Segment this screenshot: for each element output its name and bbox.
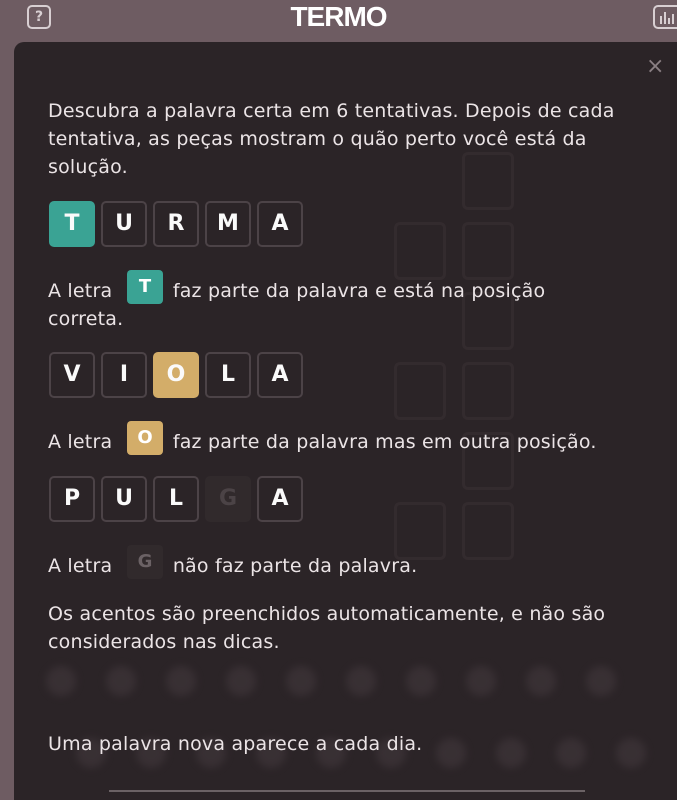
example-tile: V bbox=[49, 352, 95, 398]
example-tile: A bbox=[257, 476, 303, 522]
daily-note: Uma palavra nova aparece a cada dia. bbox=[48, 733, 423, 755]
hint-suffix-2: correta. bbox=[48, 308, 124, 330]
example-tile: G bbox=[205, 476, 251, 522]
hint-suffix: não faz parte da palavra. bbox=[172, 555, 418, 577]
example-tile: I bbox=[101, 352, 147, 398]
example-tile: L bbox=[153, 476, 199, 522]
example-tile: A bbox=[257, 352, 303, 398]
hint-prefix: A letra bbox=[48, 431, 113, 453]
help-modal: × Descubra a palavra certa em 6 tentativ… bbox=[14, 42, 677, 800]
accents-note: Os acentos são preenchidos automaticamen… bbox=[48, 603, 606, 653]
example-tile: M bbox=[205, 201, 251, 247]
stats-button[interactable] bbox=[653, 5, 677, 29]
example-tile: T bbox=[49, 201, 95, 247]
example-tile: R bbox=[153, 201, 199, 247]
hint-tile-right: T bbox=[127, 270, 163, 304]
example-tile: A bbox=[257, 201, 303, 247]
example-tile: O bbox=[153, 352, 199, 398]
example-tile: L bbox=[205, 352, 251, 398]
hint-suffix: faz parte da palavra e está na posição bbox=[172, 280, 546, 302]
hint-prefix: A letra bbox=[48, 555, 113, 577]
example-tile: P bbox=[49, 476, 95, 522]
example-tile: U bbox=[101, 201, 147, 247]
hint-tile-wrong: G bbox=[127, 545, 163, 579]
hint-prefix: A letra bbox=[48, 280, 113, 302]
hint-tile-place: O bbox=[127, 421, 163, 455]
example-tile: U bbox=[101, 476, 147, 522]
hint-suffix: faz parte da palavra mas em outra posiçã… bbox=[172, 431, 597, 453]
close-icon[interactable]: × bbox=[646, 56, 664, 78]
game-logo: TERMO bbox=[290, 1, 387, 32]
divider bbox=[109, 790, 585, 792]
top-bar: ? TERMO bbox=[0, 0, 677, 40]
intro-text: Descubra a palavra certa em 6 tentativas… bbox=[48, 100, 615, 178]
